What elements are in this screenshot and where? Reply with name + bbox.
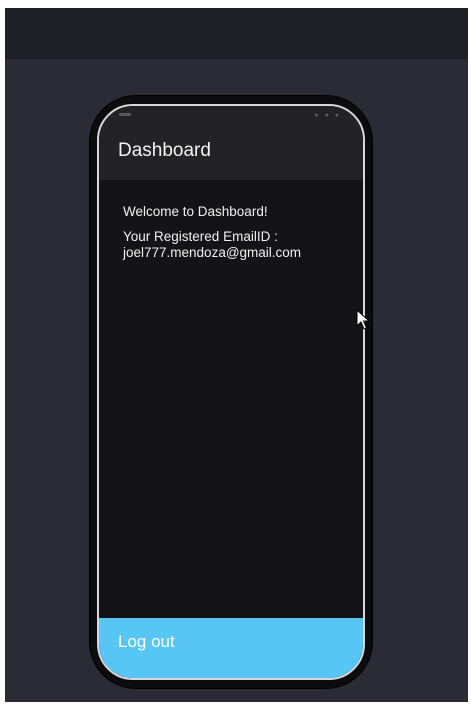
app-header: Dashboard: [99, 124, 363, 180]
screenshot-root: ● ● ● Dashboard Welcome to Dashboard! Yo…: [0, 0, 471, 710]
phone-frame: ● ● ● Dashboard Welcome to Dashboard! Yo…: [90, 96, 372, 688]
mouse-pointer-icon: [356, 309, 370, 330]
email-label: Your Registered EmailID :: [123, 229, 278, 244]
status-time-placeholder: [119, 113, 131, 116]
email-value: joel777.mendoza@gmail.com: [123, 245, 302, 260]
page-title: Dashboard: [118, 140, 211, 161]
window-topbar: [5, 8, 468, 59]
logout-label: Log out: [118, 632, 175, 651]
dashboard-content: Welcome to Dashboard! Your Registered Em…: [123, 204, 353, 261]
status-bar: ● ● ●: [99, 106, 363, 124]
phone-screen: ● ● ● Dashboard Welcome to Dashboard! Yo…: [97, 104, 365, 680]
welcome-message: Welcome to Dashboard!: [123, 204, 268, 219]
status-indicators: ● ● ●: [314, 112, 341, 119]
logout-button[interactable]: Log out: [99, 618, 363, 678]
